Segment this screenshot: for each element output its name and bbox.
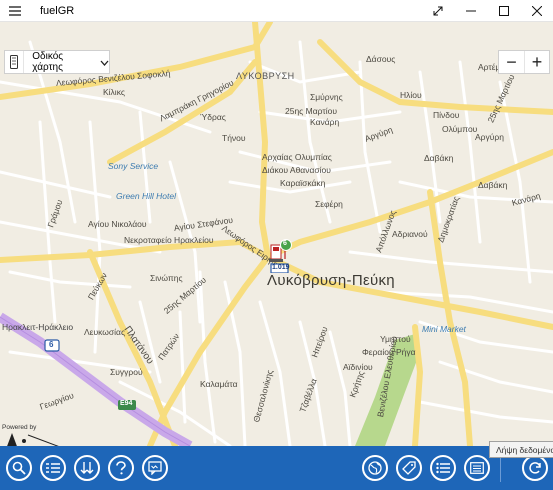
filter-list-button[interactable] <box>40 455 66 481</box>
hamburger-menu-icon[interactable] <box>0 0 30 22</box>
street-label-agiou-nikolaou: Αγίου Νικολάου <box>88 219 147 229</box>
zoom-in-button[interactable]: + <box>524 51 549 73</box>
poi-label-nekrotafeio: Νεκροταφείο Ηρακλείου <box>124 235 214 245</box>
refresh-tooltip: Λήψη δεδομένων... <box>489 441 553 458</box>
street-label-tinou: Τήνου <box>222 133 246 143</box>
phone-icon <box>5 51 25 73</box>
zoom-out-button[interactable]: − <box>499 51 524 73</box>
street-label-sinopis: Σινώπης <box>150 273 183 283</box>
map-view[interactable]: Λυκόβρυση-Πεύκη ΛΥΚΟΒΡΥΣΗ Λεωφόρος Βενιζ… <box>0 22 553 446</box>
marker-price: 1.019 <box>272 264 290 271</box>
street-label-karaiskaki: Καραϊσκάκη <box>280 178 326 188</box>
marker-badge: 6 <box>283 240 287 247</box>
globe-button[interactable] <box>362 455 388 481</box>
tag-button[interactable] <box>396 455 422 481</box>
street-label-pindou: Πίνδου <box>433 110 460 120</box>
search-icon <box>12 461 26 475</box>
zoom-control: − + <box>498 50 550 74</box>
list-filter-icon <box>46 463 60 473</box>
refresh-button[interactable] <box>522 455 548 481</box>
street-label-sygrou: Συγγρού <box>110 367 143 377</box>
help-button[interactable] <box>108 455 134 481</box>
window-title: fuelGR <box>40 4 75 17</box>
street-label-kiliks: Κίλικς <box>103 87 125 97</box>
route-e94-label: E94 <box>120 400 133 407</box>
chat-button[interactable] <box>142 455 168 481</box>
street-label-adrianou: Αδριανού <box>392 229 428 239</box>
sort-button[interactable] <box>74 455 100 481</box>
maximize-button[interactable] <box>487 0 520 22</box>
keyboard-button[interactable] <box>464 455 490 481</box>
poi-label-sony: Sony Service <box>108 161 159 171</box>
list-icon <box>436 462 450 474</box>
poi-label-minimarket: Mini Market <box>422 324 466 334</box>
refresh-icon <box>529 462 541 474</box>
chevron-down-icon <box>100 53 109 71</box>
street-label-diakou: Διάκου Αθανασίου <box>262 165 331 175</box>
street-label-smyrnis: Σμύρνης <box>310 92 343 102</box>
keyboard-icon <box>470 462 484 474</box>
title-bar: fuelGR <box>0 0 553 22</box>
map-type-select[interactable]: Οδικός χάρτης <box>4 50 110 74</box>
street-label-lefkosias: Λευκωσίας <box>84 327 126 337</box>
globe-icon <box>368 461 382 475</box>
help-icon <box>116 461 126 475</box>
gas-station-marker[interactable]: 6 1.019 <box>266 239 296 278</box>
street-label-kanari: Κανάρη <box>310 117 340 127</box>
search-button[interactable] <box>6 455 32 481</box>
street-label-seferi: Σεφέρη <box>315 199 343 209</box>
street-label-kalamata: Καλαμάτα <box>200 379 238 389</box>
map-type-value: Οδικός χάρτης <box>32 51 64 73</box>
area-label-lykovrysi: ΛΥΚΟΒΡΥΣΗ <box>236 71 295 81</box>
powered-by-logo: Powered by <box>2 424 62 446</box>
route-6-label: 6 <box>49 340 54 349</box>
bottom-app-bar <box>0 446 553 490</box>
bar-divider <box>500 454 501 482</box>
street-label-olympou: Ολύμπου <box>442 124 478 134</box>
street-label-ilioupoli: Ηλίου <box>400 90 422 100</box>
deikti-logo-icon <box>7 433 59 446</box>
street-label-dasous: Δάσους <box>366 54 396 64</box>
close-button[interactable] <box>520 0 553 22</box>
street-label-herakleio: Ηρακλειτ-Ηράκλειο <box>2 322 74 332</box>
chat-icon <box>148 461 162 475</box>
street-label-davaki: Δαβάκη <box>424 153 454 163</box>
street-label-arxaias: Αρχαίας Ολυμπίας <box>262 152 332 162</box>
poi-label-greenhill: Green Hill Hotel <box>116 191 176 201</box>
sort-icon <box>80 462 94 474</box>
expand-icon[interactable] <box>421 0 454 22</box>
powered-by-text: Powered by <box>2 424 37 431</box>
street-label-davaki-2: Δαβάκη <box>478 180 508 190</box>
minimize-button[interactable] <box>454 0 487 22</box>
street-label-25-martiou-2: 25ης Μαρτίου <box>285 106 337 116</box>
street-label-arguri-2: Αργύρη <box>475 132 504 142</box>
street-label-ydras: Ύδρας <box>200 112 226 122</box>
tag-icon <box>402 461 416 475</box>
list-button[interactable] <box>430 455 456 481</box>
